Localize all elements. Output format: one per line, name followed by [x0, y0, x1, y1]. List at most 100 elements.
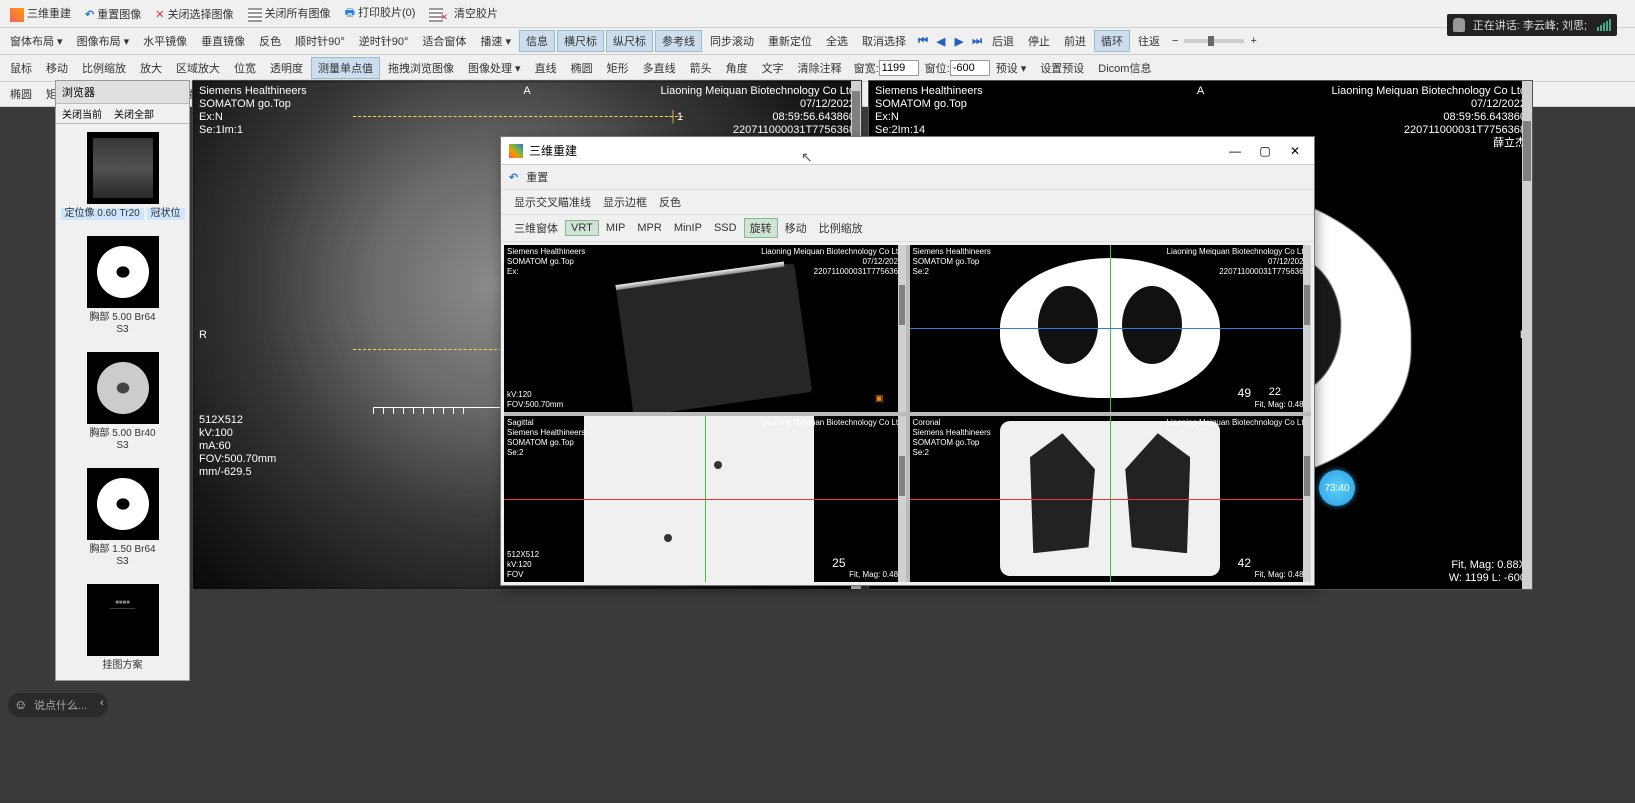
fit-window-btn[interactable]: 适合窗体 — [416, 31, 472, 51]
minip-tab[interactable]: MinIP — [669, 221, 707, 235]
viewer-scrollbar[interactable] — [1522, 81, 1532, 589]
wl-input[interactable] — [950, 60, 990, 76]
clear-film-button[interactable]: ✕清空胶片 — [423, 3, 504, 23]
v-mirror-btn[interactable]: 垂直镜像 — [195, 31, 251, 51]
mic-icon — [1453, 18, 1465, 32]
zoom-tool[interactable]: 放大 — [134, 58, 168, 78]
view-scrollbar[interactable] — [1303, 416, 1311, 583]
view-scrollbar[interactable] — [898, 416, 906, 583]
close-selected-button[interactable]: ✕ 关闭选择图像 — [149, 4, 239, 24]
move-tool-3d[interactable]: 移动 — [780, 219, 812, 237]
preset-dd[interactable]: 预设 ▾ — [990, 58, 1033, 78]
ruler-v-toggle[interactable]: 纵尺标 — [606, 30, 653, 52]
reset-image-button[interactable]: ↶ 重置图像 — [79, 4, 147, 24]
scale-tool[interactable]: 比例缩放 — [76, 58, 132, 78]
reference-toggle[interactable]: 参考线 — [655, 30, 702, 52]
browser-title: 浏览器 — [56, 81, 189, 104]
overlay-tl: Siemens HealthineersSOMATOM go.TopEx:NSe… — [875, 85, 983, 137]
nav-last-icon[interactable]: ⏭ — [969, 33, 985, 49]
series-thumb-3[interactable]: 胸部 1.50 Br64 S3 — [56, 460, 189, 576]
image-layout-dd[interactable]: 图像布局 ▾ — [71, 31, 136, 51]
vrt-tab[interactable]: VRT — [565, 220, 599, 236]
invert-btn[interactable]: 反色 — [253, 31, 287, 51]
view-scrollbar[interactable] — [898, 245, 906, 412]
view-vrt[interactable]: Siemens HealthineersSOMATOM go.TopEx: Li… — [504, 245, 906, 412]
rotate-tool[interactable]: 旋转 — [744, 218, 778, 238]
window-layout-dd[interactable]: 窗体布局 ▾ — [4, 31, 69, 51]
nav-first-icon[interactable]: ⏮ — [915, 33, 931, 49]
playback-dd[interactable]: 播速 ▾ — [474, 31, 517, 51]
drag-browse-tool[interactable]: 拖拽浏览图像 — [382, 58, 460, 78]
opacity-tool[interactable]: 透明度 — [264, 58, 309, 78]
close-button[interactable]: ✕ — [1280, 141, 1310, 161]
collapse-icon[interactable]: ‹ — [100, 697, 116, 713]
roi-ellipse[interactable]: 椭圆 — [4, 84, 38, 104]
series-thumb-1[interactable]: 胸部 5.00 Br64 S3 — [56, 228, 189, 344]
clear-note-btn[interactable]: 清除注释 — [792, 58, 848, 78]
sync-scroll-btn[interactable]: 同步滚动 — [704, 31, 760, 51]
view-axial[interactable]: Siemens HealthineersSOMATOM go.TopSe:2 L… — [910, 245, 1312, 412]
h-mirror-btn[interactable]: 水平镜像 — [137, 31, 193, 51]
series-thumb-0[interactable]: 定位像 0.60 Tr20 冠状位 — [56, 124, 189, 228]
maximize-button[interactable]: ▢ — [1250, 141, 1280, 161]
rect-tool[interactable]: 矩形 — [601, 58, 635, 78]
dialog-invert-btn[interactable]: 反色 — [654, 193, 686, 211]
timer-badge[interactable]: 73:40 — [1319, 470, 1355, 506]
scale-tool-3d[interactable]: 比例缩放 — [814, 219, 868, 237]
back-btn[interactable]: 后退 — [986, 31, 1020, 51]
cancel-sel-btn[interactable]: 取消选择 — [856, 31, 912, 51]
mouse-tool[interactable]: 鼠标 — [4, 58, 38, 78]
line-tool[interactable]: 直线 — [529, 58, 563, 78]
print-film-button[interactable]: 🖶 打印胶片(0) — [339, 2, 422, 25]
tab-close-all[interactable]: 关闭全部 — [108, 104, 160, 123]
dialog-titlebar[interactable]: 三维重建 — ▢ ✕ — [501, 137, 1314, 165]
view-scrollbar[interactable] — [1303, 245, 1311, 412]
mpr-tab[interactable]: MPR — [632, 221, 666, 235]
orientation-a-marker: A — [1197, 85, 1204, 97]
move-tool[interactable]: 移动 — [40, 58, 74, 78]
show-border-toggle[interactable]: 显示边框 — [598, 193, 652, 211]
chat-placeholder: 说点什么... — [34, 700, 87, 712]
relocate-btn[interactable]: 重新定位 — [762, 31, 818, 51]
ccw90-btn[interactable]: 逆时针90° — [353, 31, 415, 51]
stop-btn[interactable]: 停止 — [1022, 31, 1056, 51]
angle-tool[interactable]: 角度 — [720, 58, 754, 78]
loop-toggle[interactable]: 循环 — [1094, 30, 1130, 52]
ww-input[interactable] — [879, 60, 919, 76]
info-toggle[interactable]: 信息 — [519, 30, 555, 52]
ww-tool[interactable]: 位宽 — [228, 58, 262, 78]
chat-input[interactable]: 说点什么... ‹ — [8, 693, 108, 717]
dicom-info-btn[interactable]: Dicom信息 — [1092, 58, 1157, 78]
overlay-bl: 512X512kV:100mA:60FOV:500.70mmmm/-629.5 — [199, 414, 276, 479]
speed-slider[interactable] — [1184, 39, 1244, 43]
close-all-button[interactable]: 关闭所有图像 — [242, 3, 337, 23]
series-thumb-2[interactable]: 胸部 5.00 Br40 S3 — [56, 344, 189, 460]
arrow-tool[interactable]: 箭头 — [684, 58, 718, 78]
series-thumb-4[interactable]: ■■■■────── 挂图方案 — [56, 576, 189, 680]
minimize-button[interactable]: — — [1220, 141, 1250, 161]
single-point-tool[interactable]: 测量单点值 — [311, 57, 380, 79]
roundtrip-btn[interactable]: 往返 — [1132, 31, 1166, 51]
set-preset-btn[interactable]: 设置预设 — [1034, 58, 1090, 78]
forward-btn[interactable]: 前进 — [1058, 31, 1092, 51]
ct-thumb-icon — [97, 478, 149, 530]
nav-prev-icon[interactable]: ◀ — [933, 33, 949, 49]
nav-next-icon[interactable]: ▶ — [951, 33, 967, 49]
select-all-btn[interactable]: 全选 — [820, 31, 854, 51]
region-zoom-tool[interactable]: 区域放大 — [170, 58, 226, 78]
cw90-btn[interactable]: 顺时针90° — [289, 31, 351, 51]
ssd-tab[interactable]: SSD — [709, 221, 742, 235]
polyline-tool[interactable]: 多直线 — [637, 58, 682, 78]
view-coronal[interactable]: CoronalSiemens HealthineersSOMATOM go.To… — [910, 416, 1312, 583]
dialog-reset-btn[interactable]: 重置 — [521, 168, 553, 186]
app-icon — [509, 144, 523, 158]
view-sagittal[interactable]: SagittalSiemens HealthineersSOMATOM go.T… — [504, 416, 906, 583]
text-tool[interactable]: 文字 — [756, 58, 790, 78]
show-crosshair-toggle[interactable]: 显示交叉瞄准线 — [509, 193, 596, 211]
tab-close-current[interactable]: 关闭当前 — [56, 104, 108, 123]
image-proc-dd[interactable]: 图像处理 ▾ — [462, 58, 527, 78]
ellipse-tool[interactable]: 椭圆 — [565, 58, 599, 78]
recon3d-button[interactable]: 三维重建 — [4, 3, 77, 23]
ruler-h-toggle[interactable]: 横尺标 — [557, 30, 604, 52]
mip-tab[interactable]: MIP — [601, 221, 631, 235]
